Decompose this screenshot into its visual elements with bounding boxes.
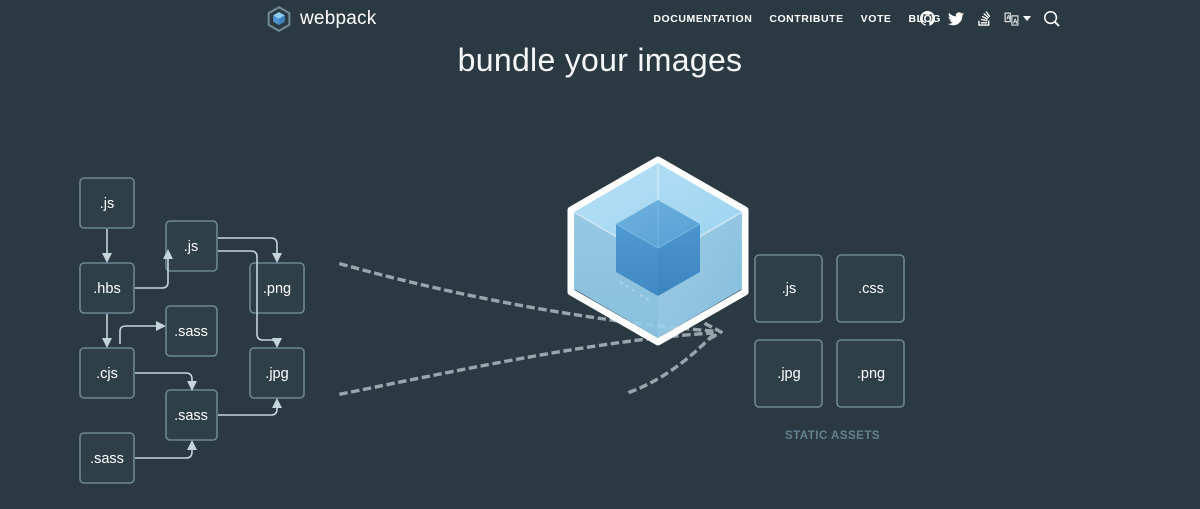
- filebox-label: .jpg: [265, 366, 288, 382]
- filebox-mid-sass-2: .sass: [165, 389, 218, 441]
- asset-box-js: .js: [754, 254, 823, 323]
- asset-box-png: .png: [836, 339, 905, 408]
- asset-label: .jpg: [777, 366, 800, 382]
- filebox-label: .js: [100, 196, 115, 212]
- filebox-label: .cjs: [96, 366, 118, 382]
- filebox-src-cjs: .cjs: [79, 347, 135, 399]
- filebox-mid-sass-1: .sass: [165, 305, 218, 357]
- asset-label: .js: [782, 281, 797, 297]
- asset-box-css: .css: [836, 254, 905, 323]
- filebox-label: .sass: [174, 324, 208, 340]
- filebox-out-png: .png: [249, 262, 305, 314]
- asset-box-jpg: .jpg: [754, 339, 823, 408]
- asset-label: .png: [857, 366, 885, 382]
- filebox-label: .png: [263, 281, 291, 297]
- filebox-src-js-1: .js: [79, 177, 135, 229]
- filebox-label: .sass: [90, 451, 124, 467]
- webpack-landing-page: webpack DOCUMENTATION CONTRIBUTE VOTE BL…: [0, 0, 1200, 509]
- bundling-diagram: .js .hbs .cjs .sass .js .sass .sass .png…: [79, 156, 905, 484]
- static-assets-label: STATIC ASSETS: [784, 430, 881, 442]
- filebox-mid-js: .js: [165, 220, 218, 272]
- filebox-label: .hbs: [93, 281, 120, 297]
- filebox-label: .js: [184, 239, 199, 255]
- source-module-boxes: .js .hbs .cjs .sass .js .sass .sass .png…: [79, 177, 305, 484]
- filebox-src-hbs: .hbs: [79, 262, 135, 314]
- webpack-bundle-cube: [567, 156, 749, 346]
- filebox-out-jpg: .jpg: [249, 347, 305, 399]
- filebox-label: .sass: [174, 408, 208, 424]
- asset-label: .css: [858, 281, 884, 297]
- filebox-src-sass-1: .sass: [79, 432, 135, 484]
- static-asset-boxes: .js .css .jpg .png: [754, 254, 905, 408]
